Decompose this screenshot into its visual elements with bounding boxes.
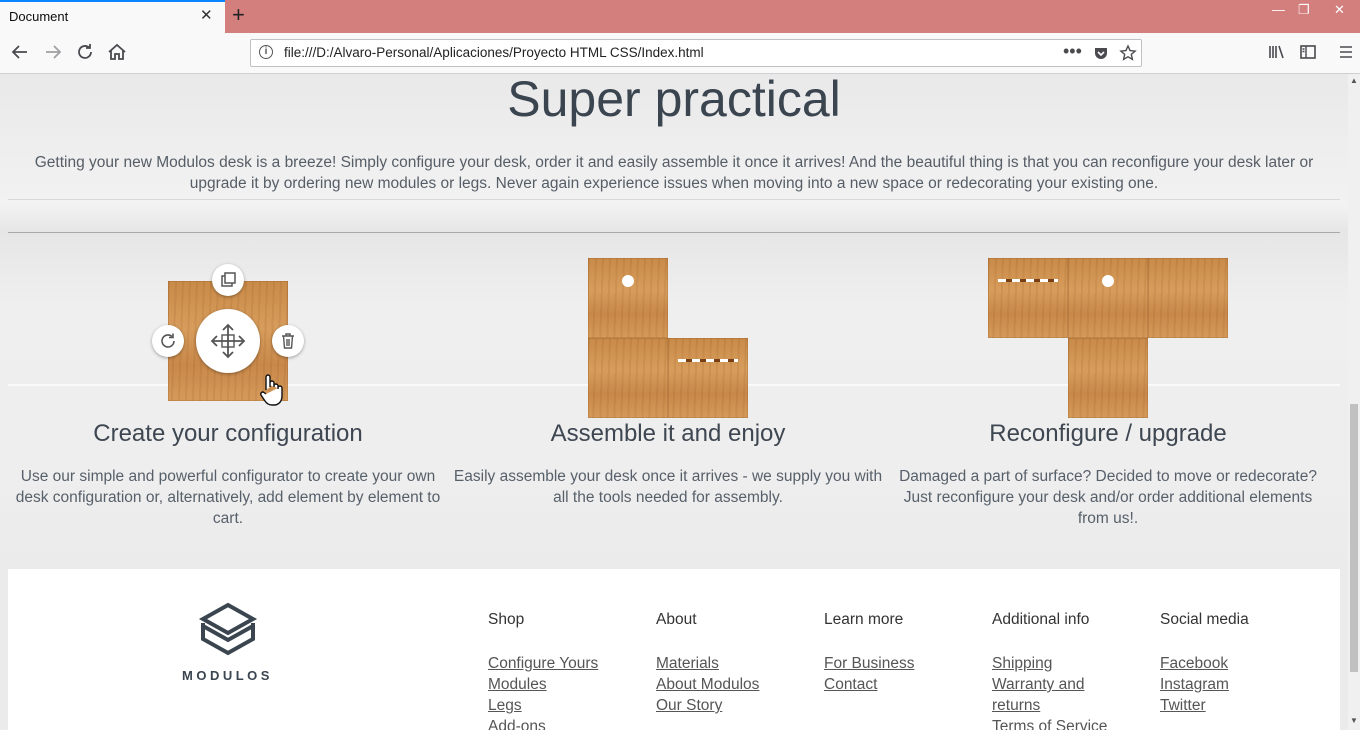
- card-title: Reconfigure / upgrade: [989, 420, 1227, 447]
- library-icon[interactable]: [1268, 43, 1286, 65]
- sidebar-icon[interactable]: [1299, 43, 1317, 65]
- footer-link[interactable]: About Modulos: [656, 674, 759, 695]
- scroll-up-icon[interactable]: ▲: [1350, 76, 1358, 85]
- desk-module: [1068, 338, 1148, 418]
- url-bar[interactable]: i file:///D:/Alvaro-Personal/Aplicacione…: [250, 39, 1142, 67]
- brand-name: MODULOS: [182, 668, 273, 683]
- desk-module: [588, 258, 668, 338]
- section-title: Super practical: [507, 74, 841, 127]
- footer-link[interactable]: Add-ons: [488, 716, 546, 730]
- footer-link[interactable]: Materials: [656, 653, 719, 674]
- divider: [8, 232, 1340, 233]
- desk-module: [1148, 258, 1228, 338]
- trash-icon[interactable]: [272, 325, 304, 357]
- page-viewport: Super practical Getting your new Modulos…: [0, 74, 1348, 730]
- footer-col-title: Shop: [488, 611, 525, 628]
- footer-link[interactable]: Terms of Service: [992, 716, 1107, 730]
- footer-link[interactable]: Contact: [824, 674, 877, 695]
- footer-link[interactable]: For Business: [824, 653, 914, 674]
- site-info-icon[interactable]: i: [259, 45, 273, 59]
- connector-slot: [678, 359, 738, 362]
- minimize-button[interactable]: —: [1272, 2, 1285, 17]
- footer-link[interactable]: Modules: [488, 674, 547, 695]
- tab-close-icon[interactable]: ✕: [200, 6, 213, 24]
- restore-button[interactable]: ❐: [1298, 2, 1310, 18]
- url-text[interactable]: file:///D:/Alvaro-Personal/Aplicaciones/…: [284, 45, 704, 60]
- duplicate-icon[interactable]: [212, 264, 244, 296]
- desk-module: [988, 258, 1068, 338]
- menu-icon[interactable]: [1338, 43, 1354, 65]
- footer-link[interactable]: Facebook: [1160, 653, 1228, 674]
- leg-hole: [1102, 275, 1114, 287]
- site-footer: MODULOS Shop Configure Yours Modules Leg…: [8, 569, 1340, 730]
- card-text: Damaged a part of surface? Decided to mo…: [899, 468, 1317, 527]
- footer-link[interactable]: Instagram: [1160, 674, 1229, 695]
- vertical-scrollbar[interactable]: ▲ ▼: [1348, 74, 1360, 730]
- footer-col-title: Social media: [1160, 611, 1249, 628]
- tab-title: Document: [9, 9, 69, 24]
- forward-arrow-icon[interactable]: [41, 40, 65, 64]
- footer-link[interactable]: Shipping: [992, 653, 1052, 674]
- footer-link[interactable]: Our Story: [656, 695, 722, 716]
- footer-link[interactable]: Warranty and returns: [992, 674, 1112, 716]
- card-title: Create your configuration: [93, 420, 363, 447]
- browser-toolbar: i file:///D:/Alvaro-Personal/Aplicacione…: [0, 33, 1360, 74]
- footer-col-title: Additional info: [992, 611, 1090, 628]
- rotate-icon[interactable]: [152, 325, 184, 357]
- hand-cursor-icon: [258, 372, 284, 413]
- leg-hole: [622, 275, 634, 287]
- footer-col-title: Learn more: [824, 611, 904, 628]
- footer-link[interactable]: Legs: [488, 695, 522, 716]
- footer-col-title: About: [656, 611, 697, 628]
- home-icon[interactable]: [105, 40, 129, 64]
- desk-module: [1068, 258, 1148, 338]
- footer-link[interactable]: Configure Yours: [488, 653, 598, 674]
- scrollbar-thumb[interactable]: [1350, 404, 1358, 672]
- scroll-down-icon[interactable]: ▼: [1350, 716, 1358, 725]
- bookmark-star-icon[interactable]: [1119, 44, 1137, 67]
- reload-icon[interactable]: [73, 40, 97, 64]
- new-tab-button[interactable]: +: [232, 3, 245, 27]
- page-actions-icon[interactable]: •••: [1063, 41, 1082, 62]
- desk-module: [588, 338, 668, 418]
- browser-titlebar: Document ✕ + — ❐ ✕: [0, 0, 1360, 34]
- pocket-icon[interactable]: [1093, 45, 1109, 66]
- move-icon[interactable]: [196, 309, 260, 373]
- card-text: Use our simple and powerful configurator…: [15, 468, 441, 527]
- desk-module: [668, 338, 748, 418]
- close-window-button[interactable]: ✕: [1334, 2, 1345, 18]
- divider: [8, 199, 1340, 200]
- card-title: Assemble it and enjoy: [550, 420, 786, 447]
- back-arrow-icon[interactable]: [8, 40, 32, 64]
- footer-link[interactable]: Twitter: [1160, 695, 1206, 716]
- browser-tab[interactable]: Document ✕: [0, 0, 225, 34]
- modulos-logo-icon[interactable]: [198, 602, 258, 665]
- connector-slot: [998, 279, 1058, 282]
- section-intro: Getting your new Modulos desk is a breez…: [34, 154, 1314, 192]
- card-text: Easily assemble your desk once it arrive…: [453, 468, 883, 506]
